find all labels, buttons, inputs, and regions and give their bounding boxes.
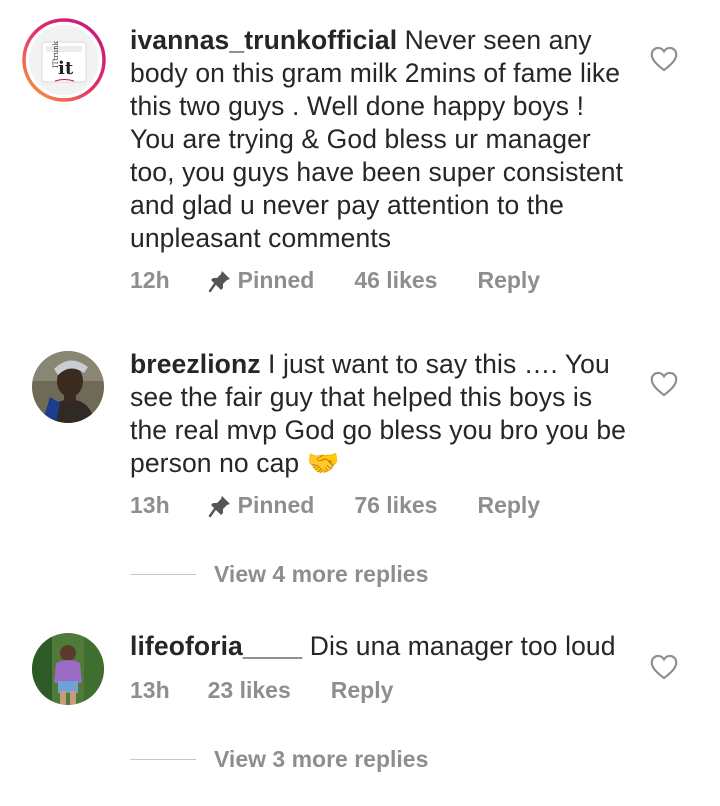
profile-photo-image — [32, 351, 104, 423]
svg-text:ITtrunk: ITtrunk — [52, 40, 60, 68]
likes-count[interactable]: 46 likes — [354, 267, 437, 294]
comment-time: 13h — [130, 677, 170, 703]
pinned-badge: Pinned — [208, 267, 315, 294]
pin-icon — [208, 270, 230, 292]
view-more-replies-button[interactable]: View 4 more replies — [130, 561, 428, 588]
comment-meta: 12h Pinned 46 likes Reply — [130, 267, 540, 294]
heart-outline-icon[interactable] — [650, 46, 678, 72]
likes-count[interactable]: 23 likes — [208, 677, 291, 704]
divider-line — [130, 759, 196, 760]
comment-text: breezlionz I just want to say this …. Yo… — [130, 348, 630, 480]
heart-outline-icon[interactable] — [650, 654, 678, 680]
comment-username[interactable]: ivannas_trunkofficial — [130, 25, 397, 55]
comment-meta: 13h Pinned 76 likes Reply — [130, 492, 540, 519]
comment-username[interactable]: breezlionz — [130, 349, 261, 379]
reply-button[interactable]: Reply — [331, 677, 394, 704]
view-more-replies-label: View 4 more replies — [214, 561, 429, 587]
avatar[interactable] — [32, 633, 104, 705]
pinned-label: Pinned — [237, 267, 315, 293]
reply-button[interactable]: Reply — [477, 267, 540, 294]
comment-text: lifeoforia____ Dis una manager too loud — [130, 630, 630, 663]
avatar[interactable]: it ITtrunk — [22, 18, 106, 102]
comment-time: 13h — [130, 492, 170, 518]
comment-username[interactable]: lifeoforia____ — [130, 631, 302, 661]
pinned-badge: Pinned — [208, 492, 315, 519]
story-ring-avatar-image: it ITtrunk — [22, 18, 106, 102]
view-more-replies-label: View 3 more replies — [214, 746, 429, 772]
pin-icon — [208, 495, 230, 517]
svg-text:it: it — [58, 58, 74, 79]
avatar[interactable] — [32, 351, 104, 423]
view-more-replies-button[interactable]: View 3 more replies — [130, 746, 428, 773]
comment-meta: 13h 23 likes Reply — [130, 677, 393, 704]
heart-outline-icon[interactable] — [650, 371, 678, 397]
profile-photo-image — [32, 633, 104, 705]
comment-body: Never seen any body on this gram milk 2m… — [130, 25, 624, 253]
comment-body: Dis una manager too loud — [309, 631, 616, 661]
likes-count[interactable]: 76 likes — [354, 492, 437, 519]
reply-button[interactable]: Reply — [477, 492, 540, 519]
comment-time: 12h — [130, 267, 170, 293]
comment-text: ivannas_trunkofficial Never seen any bod… — [130, 24, 630, 255]
pinned-label: Pinned — [237, 492, 315, 518]
divider-line — [130, 574, 196, 575]
